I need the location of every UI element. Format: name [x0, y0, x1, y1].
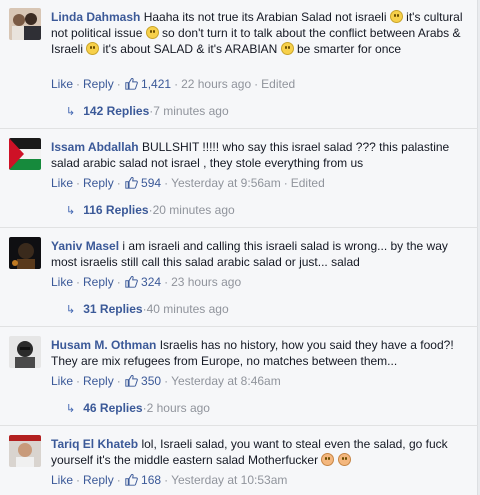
timestamp[interactable]: Yesterday at 9:56am — [171, 176, 281, 190]
replies-time: 40 minutes ago — [146, 302, 229, 316]
comment-author[interactable]: Issam Abdallah — [51, 140, 139, 154]
smile-emoji-icon — [389, 10, 403, 23]
comment-author[interactable]: Husam M. Othman — [51, 338, 156, 352]
comment-actions: Like · Reply · 324 · 23 hours ago — [51, 274, 241, 290]
view-replies-link[interactable]: ↳ 116 Replies·20 minutes ago — [66, 202, 235, 219]
comment-text: Tariq El Khateb lol, Israeli salad, you … — [51, 436, 471, 468]
avatar[interactable] — [9, 237, 41, 269]
comment-author[interactable]: Linda Dahmash — [51, 10, 140, 24]
separator: · — [116, 77, 121, 91]
reply-arrow-icon: ↳ — [66, 205, 76, 217]
separator: · — [116, 176, 121, 190]
reply-button[interactable]: Reply — [83, 473, 114, 487]
comment-actions: Like · Reply · 1,421 · 22 hours ago · Edited — [51, 76, 295, 92]
reply-arrow-icon: ↳ — [66, 403, 76, 415]
divider — [0, 425, 478, 426]
view-replies-link[interactable]: ↳ 31 Replies·40 minutes ago — [66, 301, 229, 318]
reply-button[interactable]: Reply — [83, 176, 114, 190]
edited-label[interactable]: Edited — [261, 77, 295, 91]
like-count[interactable]: 324 — [141, 275, 161, 289]
edited-label[interactable]: Edited — [291, 176, 325, 190]
replies-count[interactable]: 142 Replies — [83, 104, 149, 118]
thumbs-up-icon[interactable] — [125, 275, 138, 288]
separator: · — [76, 275, 81, 289]
replies-count[interactable]: 46 Replies — [83, 401, 142, 415]
timestamp[interactable]: Yesterday at 10:53am — [171, 473, 287, 487]
comment-actions: Like · Reply · 594 · Yesterday at 9:56am · Edit… — [51, 175, 325, 191]
separator: · — [174, 77, 179, 91]
timestamp[interactable]: 23 hours ago — [171, 275, 241, 289]
thumbs-up-icon[interactable] — [125, 473, 138, 486]
separator: · — [283, 176, 288, 190]
comment-author[interactable]: Yaniv Masel — [51, 239, 119, 253]
avatar-photo-icon — [9, 435, 41, 467]
reply-button[interactable]: Reply — [83, 77, 114, 91]
like-button[interactable]: Like — [51, 176, 73, 190]
comment-actions: Like · Reply · 350 · Yesterday at 8:46am — [51, 373, 281, 389]
avatar-photo-icon — [9, 237, 41, 269]
separator: · — [76, 176, 81, 190]
avatar-photo-icon — [9, 8, 41, 40]
timestamp[interactable]: Yesterday at 8:46am — [171, 374, 281, 388]
frown-emoji-icon — [321, 453, 335, 466]
replies-time: 7 minutes ago — [153, 104, 229, 118]
like-button[interactable]: Like — [51, 374, 73, 388]
smile-emoji-icon — [145, 26, 159, 39]
separator: · — [76, 374, 81, 388]
separator: · — [76, 77, 81, 91]
comment-text-part: it's about SALAD & it's ARABIAN — [99, 42, 281, 56]
like-count[interactable]: 350 — [141, 374, 161, 388]
separator: · — [116, 374, 121, 388]
smile-emoji-icon — [86, 42, 100, 55]
separator: · — [164, 275, 169, 289]
comment-text: Husam M. Othman Israelis has no history,… — [51, 337, 471, 369]
reply-arrow-icon: ↳ — [66, 304, 76, 316]
thumbs-up-icon[interactable] — [125, 77, 138, 90]
avatar[interactable] — [9, 138, 41, 170]
reply-button[interactable]: Reply — [83, 374, 114, 388]
like-count[interactable]: 168 — [141, 473, 161, 487]
avatar[interactable] — [9, 336, 41, 368]
divider — [0, 128, 478, 129]
replies-time: 2 hours ago — [146, 401, 210, 415]
smile-emoji-icon — [280, 42, 294, 55]
comment-actions: Like · Reply · 168 · Yesterday at 10:53am — [51, 472, 287, 488]
view-replies-link[interactable]: ↳ 46 Replies·2 hours ago — [66, 400, 210, 417]
separator: · — [164, 176, 169, 190]
comment-author[interactable]: Tariq El Khateb — [51, 437, 138, 451]
comment-text: Linda Dahmash Haaha its not true its Ara… — [51, 9, 471, 57]
like-count[interactable]: 594 — [141, 176, 161, 190]
avatar[interactable] — [9, 435, 41, 467]
replies-time: 20 minutes ago — [152, 203, 235, 217]
thumbs-up-icon[interactable] — [125, 374, 138, 387]
separator: · — [76, 473, 81, 487]
separator: · — [254, 77, 259, 91]
replies-count[interactable]: 116 Replies — [83, 203, 148, 217]
comments-panel: Linda Dahmash Haaha its not true its Ara… — [0, 0, 478, 495]
comment-text: Issam Abdallah BULLSHIT !!!!! who say th… — [51, 139, 471, 171]
thumbs-up-icon[interactable] — [125, 176, 138, 189]
avatar-photo-icon — [9, 336, 41, 368]
view-replies-link[interactable]: ↳ 142 Replies·7 minutes ago — [66, 103, 229, 120]
comment-text: Yaniv Masel i am israeli and calling thi… — [51, 238, 471, 270]
comment-text-part: Haaha its not true its Arabian Salad not… — [143, 10, 390, 24]
like-button[interactable]: Like — [51, 275, 73, 289]
like-count[interactable]: 1,421 — [141, 77, 171, 91]
separator: · — [116, 473, 121, 487]
separator: · — [116, 275, 121, 289]
frown-emoji-icon — [337, 453, 351, 466]
avatar[interactable] — [9, 8, 41, 40]
palestine-flag-icon — [9, 138, 41, 170]
separator: · — [164, 473, 169, 487]
divider — [0, 227, 478, 228]
separator: · — [164, 374, 169, 388]
reply-arrow-icon: ↳ — [66, 106, 76, 118]
reply-button[interactable]: Reply — [83, 275, 114, 289]
like-button[interactable]: Like — [51, 473, 73, 487]
like-button[interactable]: Like — [51, 77, 73, 91]
timestamp[interactable]: 22 hours ago — [181, 77, 251, 91]
replies-count[interactable]: 31 Replies — [83, 302, 142, 316]
comment-text-part: be smarter for once — [293, 42, 402, 56]
divider — [0, 326, 478, 327]
